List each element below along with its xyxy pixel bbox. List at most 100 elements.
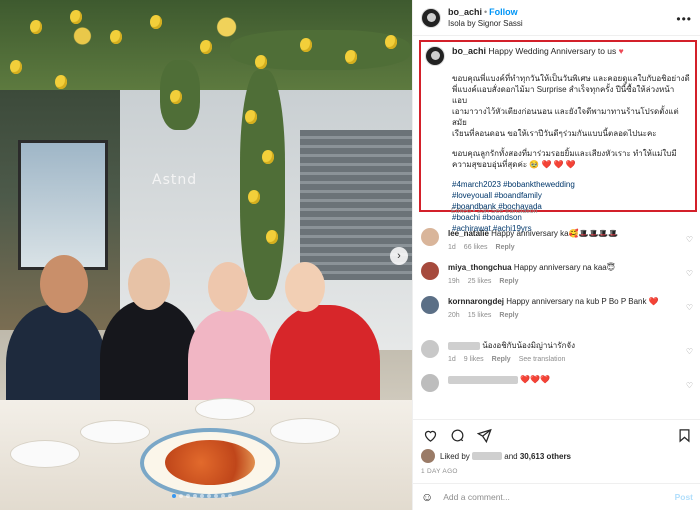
comment-username[interactable]: lee_natalie — [448, 229, 489, 238]
caption-title-line: bo_achi Happy Wedding Anniversary to us … — [452, 46, 624, 56]
caption-paragraph-2: ขอบคุณลูกรักทั้งสองที่มาร่วมรอยยิ้มและเส… — [452, 148, 691, 170]
post-actions: Liked by and 30,613 others 1 DAY AGO — [413, 419, 700, 479]
plate — [195, 398, 255, 420]
heart-emoji-icon: ♥ — [618, 46, 624, 56]
carousel-dot — [200, 494, 204, 498]
caption-line: พี่แบงค์แอบสั่งดอกไม้มา Surprise สำเร็จท… — [452, 85, 675, 105]
comment-like-heart-icon[interactable]: ♡ — [686, 381, 693, 390]
comment-bubble-icon[interactable] — [448, 426, 466, 444]
person-woman-pink-head — [208, 262, 248, 312]
more-options-icon[interactable]: ••• — [676, 12, 692, 26]
lemon — [266, 230, 278, 244]
lemon — [245, 110, 257, 124]
comment-username[interactable]: miya_thongchua — [448, 263, 512, 272]
comment-item: น้องอชิกับน้องมิญ่าน่ารักจัง 1d 9 likes Re… — [413, 336, 700, 370]
comment-avatar[interactable] — [421, 228, 439, 246]
comment-likes[interactable]: 15 likes — [468, 312, 492, 319]
reply-button[interactable]: Reply — [499, 278, 518, 285]
likes-count-link[interactable]: 30,613 others — [520, 452, 571, 461]
plate — [80, 420, 150, 444]
comment-avatar[interactable] — [421, 340, 439, 358]
comment-like-heart-icon[interactable]: ♡ — [686, 303, 693, 312]
reply-button[interactable]: Reply — [492, 356, 511, 363]
comment-likes[interactable]: 66 likes — [464, 244, 488, 251]
comment-item: ❤️❤️❤️ ♡ — [413, 370, 700, 404]
comment-like-heart-icon[interactable]: ♡ — [686, 269, 693, 278]
comment-input[interactable]: Add a comment... — [443, 492, 674, 502]
reply-button[interactable]: Reply — [499, 312, 518, 319]
carousel-dot — [179, 494, 183, 498]
comment-body: ❤️❤️❤️ — [448, 374, 693, 404]
carousel-dot — [172, 494, 176, 498]
caption-line: เอามาวางไว้หัวเตียงก่อนนอน และยังใจดีพาม… — [452, 107, 679, 127]
liker-avatar[interactable] — [421, 449, 435, 463]
comment-avatar[interactable] — [421, 262, 439, 280]
lemon — [255, 55, 267, 69]
comment-likes[interactable]: 9 likes — [464, 356, 484, 363]
lemon — [170, 90, 182, 104]
comment-like-heart-icon[interactable]: ♡ — [686, 347, 693, 356]
plate — [10, 440, 80, 468]
caption-emojis: 🥹 ❤️ ❤️ ❤️ — [529, 160, 576, 169]
comment-body: miya_thongchua Happy anniversary na kaa😇… — [448, 262, 693, 292]
plate — [270, 418, 340, 444]
comment-username[interactable]: kornnarongdej — [448, 297, 504, 306]
comment-like-heart-icon[interactable]: ♡ — [686, 235, 693, 244]
caption-avatar[interactable] — [425, 46, 445, 66]
post-photo[interactable]: Astnd › — [0, 0, 412, 510]
comment-time: 1d — [448, 244, 456, 251]
lemon — [345, 50, 357, 64]
lemon — [248, 190, 260, 204]
comment-time: 20h — [448, 312, 460, 319]
hashtag-link[interactable]: #loveyouall #boandfamily — [452, 190, 691, 201]
caption-header: bo_achi Happy Wedding Anniversary to us … — [425, 46, 691, 66]
username-link[interactable]: bo_achi — [448, 7, 482, 17]
redacted-username — [448, 341, 480, 350]
lemon — [300, 38, 312, 52]
caption-highlight-box: bo_achi Happy Wedding Anniversary to us … — [419, 40, 697, 233]
hashtag-link[interactable]: #4march2023 #bobankthewedding — [452, 179, 691, 190]
lemon — [55, 75, 67, 89]
comment-text: ❤️❤️❤️ — [520, 375, 551, 384]
post-header: bo_achi • Follow Isola by Signor Sassi ••• — [413, 0, 700, 36]
post-date: 1 DAY AGO — [421, 468, 458, 475]
carousel-dot — [207, 494, 211, 498]
reply-button[interactable]: Reply — [496, 244, 515, 251]
comment-list: lee_natalie Happy anniversary ka🥰🎩🎩🎩🎩 1d… — [413, 224, 700, 404]
caption-line: ขอบคุณพี่แบงค์ที่ทำทุกวันให้เป็นวันพิเศษ… — [452, 74, 690, 83]
carousel-dot — [228, 494, 232, 498]
comment-avatar[interactable] — [421, 296, 439, 314]
redacted-username — [448, 375, 518, 384]
chevron-right-icon: › — [397, 250, 401, 262]
like-heart-icon[interactable] — [421, 426, 439, 444]
follow-button[interactable]: Follow — [489, 7, 518, 17]
carousel-dot — [214, 494, 218, 498]
carousel-dot — [221, 494, 225, 498]
avatar[interactable] — [421, 7, 441, 28]
carousel-dot — [193, 494, 197, 498]
instagram-post-view: Astnd › bo_achi • Follow Isola by Signor… — [0, 0, 700, 510]
post-header-text: bo_achi • Follow Isola by Signor Sassi — [448, 7, 523, 29]
caption-line: เรียนที่ลอนดอน ขอให้เราปีวันดีๆร่วมกันแบ… — [452, 129, 657, 138]
bookmark-icon[interactable] — [675, 426, 693, 444]
liked-and-label: and — [504, 451, 518, 461]
emoji-icon[interactable]: ☺ — [421, 490, 433, 504]
comment-avatar[interactable] — [421, 374, 439, 392]
comment-meta: 1d 66 likes Reply — [448, 242, 677, 253]
location-link[interactable]: Isola by Signor Sassi — [448, 18, 523, 29]
post-side-panel: bo_achi • Follow Isola by Signor Sassi •••… — [412, 0, 700, 510]
comment-likes[interactable]: 25 likes — [468, 278, 492, 285]
likes-summary: Liked by and 30,613 others — [421, 449, 693, 463]
next-photo-button[interactable]: › — [390, 247, 408, 265]
see-translation-link[interactable]: See translation — [519, 356, 566, 363]
share-paper-plane-icon[interactable] — [475, 426, 493, 444]
lobster-pasta — [165, 440, 255, 485]
caption-username[interactable]: bo_achi — [452, 46, 486, 56]
building-sign: Astnd — [152, 172, 198, 188]
post-comment-button[interactable]: Post — [675, 492, 693, 502]
comment-body: lee_natalie Happy anniversary ka🥰🎩🎩🎩🎩 1d… — [448, 228, 693, 258]
caption-title: Happy Wedding Anniversary to us — [488, 46, 617, 56]
comment-text: น้องอชิกับน้องมิญ่าน่ารักจัง — [482, 341, 576, 350]
comment-meta: 20h 15 likes Reply — [448, 310, 677, 321]
comment-text: Happy anniversary ka🥰🎩🎩🎩🎩 — [491, 229, 619, 238]
